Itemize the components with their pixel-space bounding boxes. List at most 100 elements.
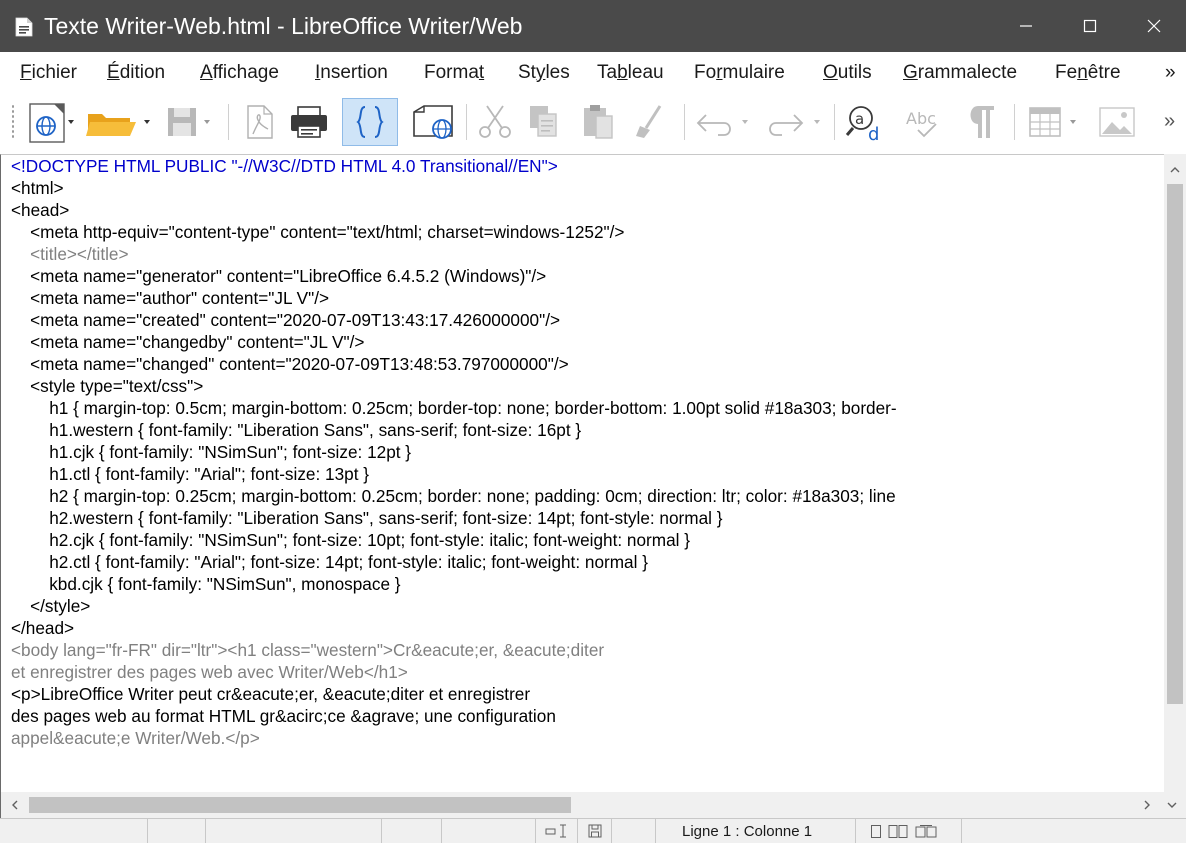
menu-fenetre[interactable]: Fenêtre — [1055, 62, 1121, 84]
close-button[interactable] — [1122, 0, 1186, 52]
status-cell-language[interactable] — [382, 819, 442, 843]
menu-format[interactable]: Format — [424, 62, 484, 84]
html-source-editor[interactable]: <!DOCTYPE HTML PUBLIC "-//W3C//DTD HTML … — [0, 154, 1164, 792]
horizontal-scrollbar[interactable] — [0, 792, 1186, 818]
source-line: <meta name="changed" content="2020-07-09… — [11, 354, 569, 374]
scroll-up-button[interactable] — [1164, 160, 1186, 180]
copy-button[interactable] — [520, 98, 566, 146]
scroll-right-button[interactable] — [1139, 796, 1155, 814]
menu-bar: Fichier Édition Affichage Insertion Form… — [0, 52, 1186, 92]
menu-label-part: les — [545, 62, 570, 83]
minimize-button[interactable] — [994, 0, 1058, 52]
menu-label-part: ffichage — [212, 62, 279, 83]
window-title: Texte Writer-Web.html - LibreOffice Writ… — [44, 13, 523, 39]
menu-edition[interactable]: Édition — [107, 62, 165, 84]
cut-icon — [479, 105, 511, 138]
status-cell-style[interactable] — [206, 819, 382, 843]
source-line: <body lang="fr-FR" dir="ltr"><h1 class="… — [11, 640, 605, 660]
source-line: h1 { margin-top: 0.5cm; margin-bottom: 0… — [11, 398, 897, 418]
menu-accelerator: n — [1077, 62, 1088, 83]
document-save-status-icon — [588, 824, 602, 838]
book-view-icon[interactable] — [914, 824, 938, 839]
menu-accelerator: b — [617, 62, 628, 83]
export-pdf-button[interactable] — [236, 98, 282, 146]
vertical-scroll-thumb[interactable] — [1167, 184, 1183, 704]
clone-formatting-button[interactable] — [626, 98, 672, 146]
menu-accelerator: O — [823, 62, 838, 83]
spellcheck-button[interactable]: Abc — [896, 98, 956, 146]
menu-label-part: St — [518, 62, 536, 83]
source-line: <title></title> — [11, 244, 129, 264]
web-view-icon — [29, 103, 74, 143]
web-layout-button[interactable] — [406, 98, 462, 146]
source-line: <meta name="author" content="JL V"/> — [11, 288, 330, 308]
source-line: <p>LibreOffice Writer peut cr&eacute;er,… — [11, 684, 531, 704]
formatting-marks-button[interactable] — [958, 98, 1004, 146]
save-button[interactable] — [160, 98, 216, 146]
vertical-scrollbar[interactable] — [1164, 154, 1186, 792]
toolbar-overflow-button[interactable]: » — [1164, 110, 1175, 133]
print-icon — [291, 106, 327, 138]
maximize-button[interactable] — [1058, 0, 1122, 52]
source-line: h1.western { font-family: "Liberation Sa… — [11, 420, 582, 440]
source-line: des pages web au format HTML gr&acirc;ce… — [11, 706, 556, 726]
open-button[interactable] — [80, 98, 156, 146]
maximize-icon — [1083, 19, 1097, 33]
insert-image-button[interactable] — [1094, 98, 1140, 146]
status-cell-document-modified[interactable] — [578, 819, 612, 843]
menu-tableau[interactable]: Tableau — [597, 62, 664, 84]
spellcheck-icon: Abc — [906, 109, 937, 138]
horizontal-scroll-thumb[interactable] — [29, 797, 571, 813]
menu-formulaire[interactable]: Formulaire — [694, 62, 785, 84]
source-line: et enregistrer des pages web avec Writer… — [11, 662, 408, 682]
menu-insertion[interactable]: Insertion — [315, 62, 388, 84]
menu-accelerator: F — [20, 62, 32, 83]
menu-fichier[interactable]: Fichier — [20, 62, 77, 84]
menu-outils[interactable]: Outils — [823, 62, 872, 84]
status-cell-page[interactable] — [0, 819, 148, 843]
menu-styles[interactable]: Styles — [518, 62, 570, 84]
status-cell-signature[interactable] — [612, 819, 656, 843]
cut-button[interactable] — [472, 98, 518, 146]
redo-icon — [769, 114, 820, 136]
toolbar-separator — [1014, 104, 1015, 140]
multi-page-view-icon[interactable] — [888, 824, 908, 839]
save-icon — [168, 108, 210, 136]
menu-accelerator: G — [903, 62, 918, 83]
source-line: <head> — [11, 200, 70, 220]
source-line: <!DOCTYPE HTML PUBLIC "-//W3C//DTD HTML … — [11, 156, 558, 176]
menu-label-part: mulaire — [722, 62, 785, 83]
paste-icon — [584, 105, 613, 139]
scroll-down-button[interactable] — [1163, 796, 1181, 814]
html-source-button[interactable] — [342, 98, 398, 146]
source-line: <style type="text/css"> — [11, 376, 204, 396]
scroll-left-button[interactable] — [7, 796, 23, 814]
html-source-icon — [356, 106, 384, 138]
toolbar-grip[interactable] — [11, 104, 15, 140]
writer-web-app-icon — [15, 17, 33, 37]
status-cell-view-layout — [856, 819, 962, 843]
export-pdf-icon — [247, 105, 273, 139]
menu-grammalecte[interactable]: Grammalecte — [903, 62, 1017, 84]
insert-image-icon — [1099, 107, 1135, 137]
status-cell-insert-mode[interactable] — [536, 819, 578, 843]
single-page-view-icon[interactable] — [870, 824, 882, 839]
source-line: h1.cjk { font-family: "NSimSun"; font-si… — [11, 442, 412, 462]
menu-affichage[interactable]: Affichage — [200, 62, 279, 84]
source-line: h1.ctl { font-family: "Arial"; font-size… — [11, 464, 370, 484]
status-cell-position[interactable]: Ligne 1 : Colonne 1 — [656, 819, 856, 843]
redo-button[interactable] — [760, 98, 830, 146]
insert-table-button[interactable] — [1022, 98, 1092, 146]
paste-button[interactable] — [574, 98, 624, 146]
chevron-left-icon — [12, 800, 18, 810]
find-replace-button[interactable]: a d — [840, 98, 890, 146]
source-line: <meta name="changedby" content="JL V"/> — [11, 332, 365, 352]
status-cell-words[interactable] — [148, 819, 206, 843]
menu-accelerator: A — [200, 62, 213, 83]
web-view-button[interactable] — [24, 98, 76, 146]
menu-label-part: ichier — [31, 62, 78, 83]
print-button[interactable] — [284, 98, 334, 146]
menu-overflow-button[interactable]: » — [1165, 62, 1176, 84]
status-cell-empty — [442, 819, 536, 843]
undo-button[interactable] — [690, 98, 760, 146]
